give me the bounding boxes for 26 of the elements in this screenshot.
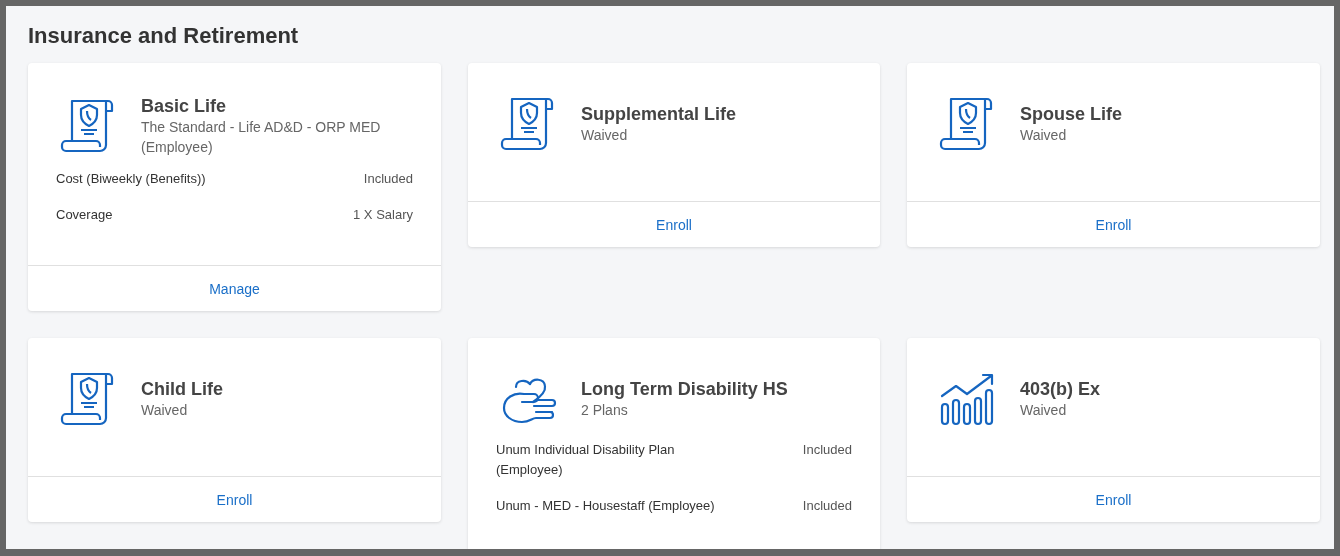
- card-title: Long Term Disability HS: [581, 378, 788, 400]
- card-action-link[interactable]: Enroll: [1095, 491, 1132, 508]
- detail-value: Included: [363, 170, 413, 188]
- card-title: Child Life: [141, 378, 223, 400]
- card-subtitle: Waived: [1020, 401, 1068, 420]
- card-action-link[interactable]: Manage: [209, 280, 260, 297]
- card-subtitle: Waived: [1020, 126, 1068, 145]
- detail-label: Unum - MED - Housestaff (Employee): [496, 497, 715, 515]
- card-title: 403(b) Ex: [1020, 378, 1101, 400]
- detail-label: Coverage: [56, 206, 113, 224]
- detail-label: Cost (Biweekly (Benefits)): [56, 170, 206, 188]
- detail-value: Included: [802, 441, 852, 459]
- card-action-link[interactable]: Enroll: [216, 491, 253, 508]
- card-subtitle: Waived: [581, 126, 629, 145]
- detail-value: 1 X Salary: [353, 206, 413, 224]
- detail-label: Unum Individual Disability Plan (Employee): [496, 441, 676, 479]
- card-action-link[interactable]: Enroll: [1095, 216, 1132, 233]
- card-action-link[interactable]: Enroll: [656, 216, 692, 233]
- card-title: Supplemental Life: [581, 103, 737, 125]
- card-title: Spouse Life: [1020, 103, 1122, 125]
- card-subtitle: Waived: [141, 401, 189, 420]
- card-subtitle: 2 Plans: [581, 401, 629, 420]
- section-title: Insurance and Retirement: [28, 22, 300, 50]
- card-subtitle: The Standard - Life AD&D - ORP MED (Employee): [141, 118, 382, 157]
- detail-value: Included: [802, 497, 852, 515]
- card-title: Basic Life: [141, 95, 228, 117]
